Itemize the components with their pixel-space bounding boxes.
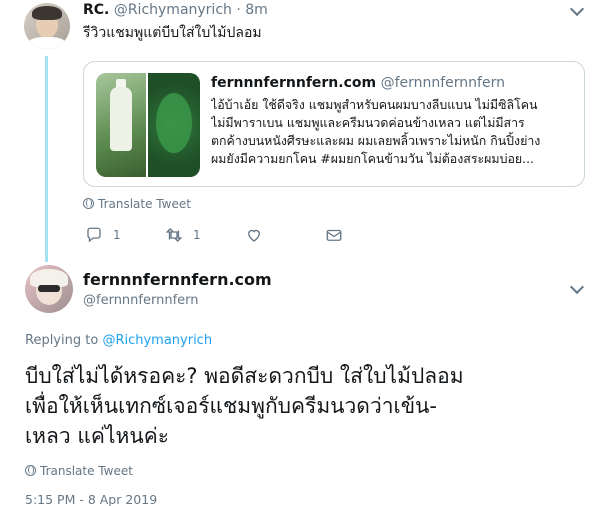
handle[interactable]: @Richymanyrich	[114, 2, 232, 18]
retweet-icon	[165, 228, 183, 242]
globe-icon	[83, 198, 94, 209]
quoted-line: ผมยังมีความยกโคน #ผมยกโคนข้ามวัน ไม่ต้อง…	[211, 151, 534, 166]
quoted-line: ไอ้บ้าเอ้ย ใช้ดีจริง แชมพูสำหรับคนผมบางล…	[211, 97, 538, 112]
tweet-text: รีวิวแชมพูแต่บีบใส่ใบไม้ปลอม	[83, 25, 262, 41]
direct-message-button[interactable]	[325, 226, 353, 244]
separator: ·	[236, 2, 241, 18]
avatar[interactable]	[24, 3, 70, 49]
reply-button[interactable]: 1	[85, 226, 121, 244]
quoted-tweet-text: ไอ้บ้าเอ้ย ใช้ดีจริง แชมพูสำหรับคนผมบางล…	[211, 96, 573, 168]
translate-tweet-link[interactable]: Translate Tweet	[83, 197, 191, 211]
tweet-line: เหลว แค่ไหนค่ะ	[25, 424, 170, 448]
translate-label: Translate Tweet	[40, 464, 133, 478]
leaf-image	[148, 73, 200, 177]
heart-icon	[248, 229, 260, 242]
chevron-down-icon[interactable]	[569, 279, 585, 295]
shampoo-bottle-image	[96, 73, 146, 177]
quoted-tweet-header: fernnnfernnfern.com @fernnnfernnfern	[211, 75, 505, 91]
globe-icon	[25, 465, 36, 476]
tweet-header: RC. @Richymanyrich · 8m	[83, 2, 268, 18]
display-name[interactable]: fernnnfernnfern.com	[83, 270, 272, 289]
tweet-line: บีบใส่ไม่ได้หรอคะ? พอดีสะดวกบีบ ใส่ใบไม้…	[25, 364, 464, 388]
display-name[interactable]: RC.	[83, 2, 109, 18]
reply-count: 1	[113, 228, 121, 242]
tweet-text: บีบใส่ไม่ได้หรอคะ? พอดีสะดวกบีบ ใส่ใบไม้…	[25, 361, 595, 451]
translate-label: Translate Tweet	[98, 197, 191, 211]
like-button[interactable]	[245, 226, 273, 244]
quoted-line: ตกค้างบนหนังศีรษะและผม ผมเลยพลิ้วเพราะไม…	[211, 133, 541, 148]
replying-prefix: Replying to	[25, 333, 99, 348]
quoted-tweet-card[interactable]: fernnnfernnfern.com @fernnnfernnfern ไอ้…	[83, 61, 585, 187]
quoted-handle: @fernnnfernnfern	[380, 75, 505, 91]
replying-to: Replying to @Richymanyrich	[25, 333, 212, 348]
tweet-time[interactable]: 8m	[245, 2, 268, 18]
retweet-count: 1	[193, 228, 201, 242]
reply-icon	[87, 227, 101, 243]
tweet-timestamp[interactable]: 5:15 PM - 8 Apr 2019	[25, 492, 157, 506]
handle[interactable]: @fernnnfernnfern	[83, 293, 199, 308]
chevron-down-icon[interactable]	[569, 1, 585, 17]
quoted-line: ไม่มีพาราเบน แชมพูและครีมนวดค่อนข้างเหลว…	[211, 115, 525, 130]
avatar[interactable]	[25, 265, 73, 313]
replying-to-link[interactable]: @Richymanyrich	[102, 333, 212, 348]
translate-tweet-link[interactable]: Translate Tweet	[25, 464, 133, 478]
thread-connector-line	[45, 56, 48, 262]
tweet-line: เพื่อให้เห็นเทกซ์เจอร์แชมพูกับครีมนวดว่า…	[25, 394, 437, 418]
envelope-icon	[326, 229, 342, 241]
quoted-display-name: fernnnfernnfern.com	[211, 75, 377, 91]
retweet-button[interactable]: 1	[165, 226, 201, 244]
tweet-actions: 1 1	[85, 226, 355, 246]
